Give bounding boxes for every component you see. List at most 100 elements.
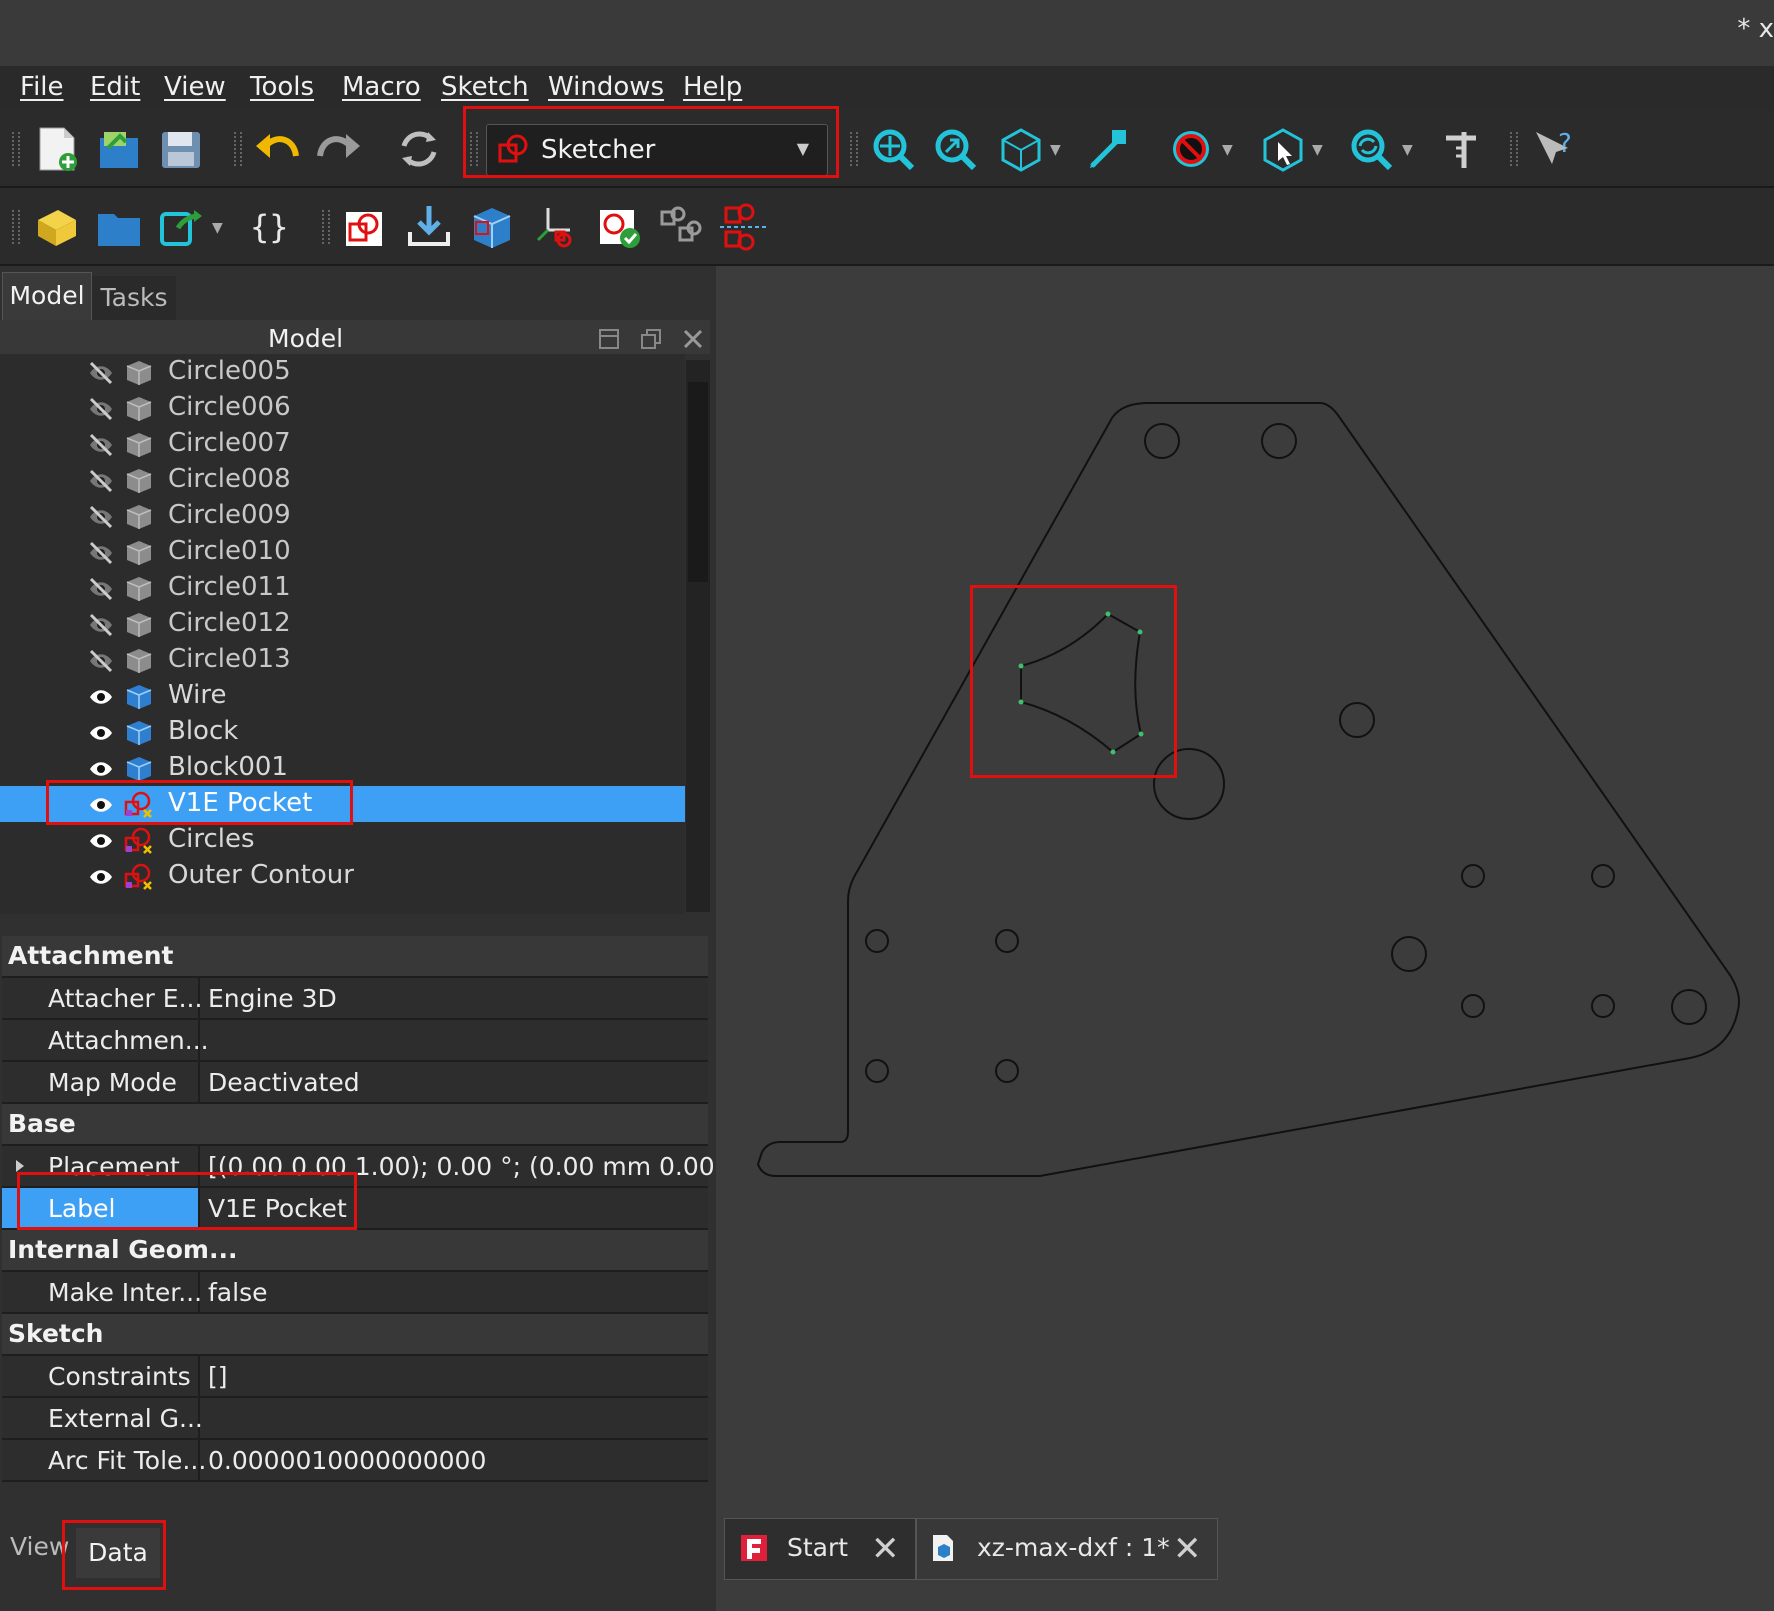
property-group-attachment[interactable]: Attachment <box>2 936 708 978</box>
chevron-down-icon[interactable]: ▼ <box>1402 142 1413 158</box>
property-group-sketch[interactable]: Sketch <box>2 1314 708 1356</box>
tree-item[interactable]: Circle007 <box>0 426 685 462</box>
open-file-icon[interactable] <box>94 124 144 174</box>
hole[interactable] <box>1591 864 1615 888</box>
part-box-icon[interactable] <box>466 202 516 252</box>
link-icon[interactable] <box>156 202 206 252</box>
toolbar-grip[interactable] <box>12 210 20 244</box>
toolbar-grip[interactable] <box>322 210 330 244</box>
hole[interactable] <box>995 929 1019 953</box>
eye-hidden-icon[interactable] <box>88 396 114 422</box>
tab-start[interactable]: Start ✕ <box>724 1518 916 1580</box>
whats-this-icon[interactable]: ? <box>1528 124 1578 174</box>
menu-tools[interactable]: Tools <box>250 72 314 102</box>
hole[interactable] <box>1591 994 1615 1018</box>
tree-scrollbar[interactable] <box>686 360 710 912</box>
undo-icon[interactable] <box>252 124 302 174</box>
property-row-map-mode[interactable]: Map Mode Deactivated <box>2 1062 708 1104</box>
property-row-attacher-engine[interactable]: Attacher E... Engine 3D <box>2 978 708 1020</box>
tab-view[interactable]: View <box>10 1532 69 1561</box>
mirror-sketch-icon[interactable] <box>718 202 768 252</box>
menu-view[interactable]: View <box>164 72 226 102</box>
hole[interactable] <box>995 1059 1019 1083</box>
part-icon[interactable] <box>32 202 82 252</box>
property-group-internal-geometry[interactable]: Internal Geom... <box>2 1230 708 1272</box>
attach-icon[interactable] <box>530 202 580 252</box>
property-value[interactable]: Engine 3D <box>208 984 337 1013</box>
export-icon[interactable] <box>404 202 454 252</box>
eye-hidden-icon[interactable] <box>88 360 114 386</box>
tree-item[interactable]: Circle006 <box>0 390 685 426</box>
box-select-icon[interactable] <box>1258 124 1308 174</box>
tree-item[interactable]: Block <box>0 714 685 750</box>
fit-selection-icon[interactable] <box>930 124 980 174</box>
zoom-icon[interactable] <box>1346 124 1396 174</box>
hole[interactable] <box>1671 989 1707 1025</box>
tree-item[interactable]: Circle008 <box>0 462 685 498</box>
eye-hidden-icon[interactable] <box>88 540 114 566</box>
eye-icon[interactable] <box>88 828 114 854</box>
eye-hidden-icon[interactable] <box>88 432 114 458</box>
menu-windows[interactable]: Windows <box>548 72 664 102</box>
merge-sketch-icon[interactable] <box>656 202 706 252</box>
eye-icon[interactable] <box>88 720 114 746</box>
toolbar-grip[interactable] <box>1510 132 1518 166</box>
toolbar-grip[interactable] <box>850 132 858 166</box>
eye-hidden-icon[interactable] <box>88 648 114 674</box>
menu-help[interactable]: Help <box>683 72 742 102</box>
toolbar-grip[interactable] <box>234 132 242 166</box>
chevron-down-icon[interactable]: ▼ <box>1312 142 1323 158</box>
close-panel-icon[interactable] <box>682 328 704 350</box>
eye-hidden-icon[interactable] <box>88 504 114 530</box>
isometric-view-icon[interactable] <box>996 124 1046 174</box>
property-group-base[interactable]: Base <box>2 1104 708 1146</box>
tree-item[interactable]: Outer Contour <box>0 858 685 894</box>
scrollbar-thumb[interactable] <box>688 382 708 582</box>
hole[interactable] <box>865 1059 889 1083</box>
tab-document[interactable]: xz-max-dxf : 1* ✕ <box>916 1518 1218 1580</box>
eye-hidden-icon[interactable] <box>88 468 114 494</box>
menu-edit[interactable]: Edit <box>90 72 140 102</box>
property-value[interactable]: Deactivated <box>208 1068 360 1097</box>
property-row-attachment-support[interactable]: Attachmen... <box>2 1020 708 1062</box>
toolbar-grip[interactable] <box>12 132 20 166</box>
expand-arrow-icon[interactable] <box>16 1160 24 1172</box>
measure-icon[interactable] <box>1084 124 1134 174</box>
tree-item[interactable]: Circle009 <box>0 498 685 534</box>
hole[interactable] <box>1144 423 1180 459</box>
property-row-make-internals[interactable]: Make Inter... false <box>2 1272 708 1314</box>
hole[interactable] <box>1391 936 1427 972</box>
eye-icon[interactable] <box>88 864 114 890</box>
chevron-down-icon[interactable]: ▼ <box>212 220 223 236</box>
float-panel-icon[interactable] <box>640 328 662 350</box>
property-value[interactable]: [] <box>208 1362 228 1391</box>
hole[interactable] <box>1339 702 1375 738</box>
tab-tasks[interactable]: Tasks <box>92 276 176 320</box>
property-value[interactable]: false <box>208 1278 267 1307</box>
property-row-constraints[interactable]: Constraints [] <box>2 1356 708 1398</box>
draw-style-icon[interactable] <box>1166 124 1216 174</box>
close-icon[interactable]: ✕ <box>1173 1529 1202 1569</box>
new-sketch-icon[interactable] <box>340 202 390 252</box>
braces-icon[interactable]: {} <box>244 202 294 252</box>
eye-icon[interactable] <box>88 684 114 710</box>
chevron-down-icon[interactable]: ▼ <box>1050 142 1061 158</box>
menu-macro[interactable]: Macro <box>342 72 421 102</box>
3d-viewport[interactable] <box>724 266 1774 1516</box>
tree-item[interactable]: Circles <box>0 822 685 858</box>
menu-sketch[interactable]: Sketch <box>441 72 529 102</box>
tree-item[interactable]: Wire <box>0 678 685 714</box>
tree-item[interactable]: Circle012 <box>0 606 685 642</box>
group-icon[interactable] <box>94 202 144 252</box>
redo-icon[interactable] <box>314 124 364 174</box>
eye-hidden-icon[interactable] <box>88 612 114 638</box>
menu-file[interactable]: File <box>20 72 64 102</box>
save-icon[interactable] <box>156 124 206 174</box>
refresh-icon[interactable] <box>394 124 444 174</box>
tree-item[interactable]: Circle010 <box>0 534 685 570</box>
tree-item[interactable]: Circle013 <box>0 642 685 678</box>
minimize-panel-icon[interactable] <box>598 328 620 350</box>
hole[interactable] <box>865 929 889 953</box>
eye-hidden-icon[interactable] <box>88 576 114 602</box>
chevron-down-icon[interactable]: ▼ <box>1222 142 1233 158</box>
